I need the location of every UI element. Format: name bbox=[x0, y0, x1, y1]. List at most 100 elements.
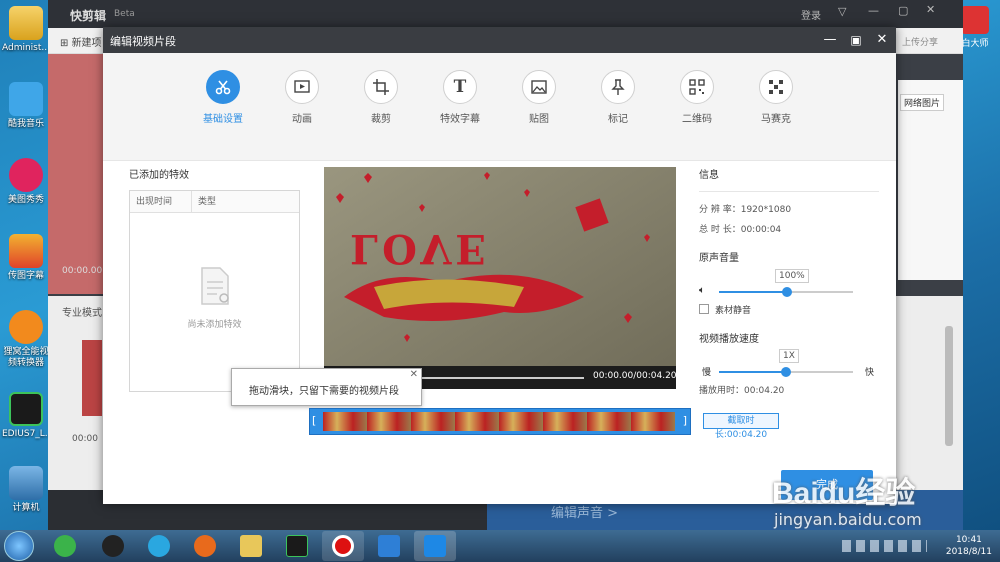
time-marker: 00:00 bbox=[72, 434, 98, 444]
tool-label: 动画 bbox=[292, 114, 312, 125]
close-icon[interactable]: ✕ bbox=[926, 3, 935, 16]
edit-clip-dialog: 编辑视频片段 — ▣ ✕ 基础设置 动画 裁剪 T 特效字幕 贴图 标记 二维码… bbox=[103, 27, 896, 504]
image-icon bbox=[522, 70, 556, 104]
desktop-icon-edius[interactable]: EDIUS7_L... bbox=[2, 392, 53, 440]
crop-icon bbox=[364, 70, 398, 104]
desktop-icon-meitu[interactable]: 美图秀秀 bbox=[2, 158, 50, 206]
tool-sticker[interactable]: 贴图 bbox=[504, 70, 574, 125]
mute-label: 素材静音 bbox=[715, 306, 752, 316]
desktop-icon-administrator[interactable]: Administ... bbox=[2, 6, 50, 54]
scissors-icon bbox=[206, 70, 240, 104]
folder-icon bbox=[9, 6, 43, 40]
resolution-value: 1920*1080 bbox=[740, 205, 792, 215]
desktop-icon-computer[interactable]: 计算机 bbox=[2, 466, 50, 514]
effect-toolbar: 基础设置 动画 裁剪 T 特效字幕 贴图 标记 二维码 马赛克 bbox=[103, 53, 896, 161]
tool-subtitle[interactable]: T 特效字幕 bbox=[425, 70, 495, 125]
tool-qrcode[interactable]: 二维码 bbox=[662, 70, 732, 125]
taskbar-refresh-icon[interactable] bbox=[368, 531, 410, 561]
edit-audio-button[interactable]: 编辑声音 > bbox=[551, 502, 618, 521]
tool-basic-settings[interactable]: 基础设置 bbox=[188, 70, 258, 125]
tooltip-close-icon[interactable]: ✕ bbox=[410, 369, 418, 380]
timeline-clip[interactable] bbox=[82, 340, 102, 416]
volume-knob[interactable] bbox=[782, 287, 792, 297]
duration-label: 总 时 长： bbox=[699, 225, 741, 235]
trim-left-handle[interactable]: [ bbox=[312, 414, 316, 427]
hint-text: 拖动滑块，只留下需要的视频片段 bbox=[249, 386, 399, 397]
desktop-icon-label: 计算机 bbox=[12, 503, 40, 513]
trim-right-handle[interactable]: ] bbox=[683, 414, 687, 427]
app-title: 快剪辑 bbox=[70, 9, 107, 23]
qrcode-icon bbox=[680, 70, 714, 104]
taskbar: 10:41 2018/8/11 bbox=[0, 530, 1000, 562]
minimize-icon[interactable]: — bbox=[821, 31, 839, 49]
tool-label: 标记 bbox=[608, 114, 628, 125]
minimize-icon[interactable]: — bbox=[868, 4, 879, 17]
close-icon[interactable]: ✕ bbox=[873, 31, 891, 49]
taskbar-explorer-icon[interactable] bbox=[230, 531, 272, 561]
taskbar-kuaijianji-icon[interactable] bbox=[414, 531, 456, 561]
progress-track[interactable] bbox=[414, 377, 584, 379]
tray-icons[interactable] bbox=[842, 540, 927, 552]
tool-animation[interactable]: 动画 bbox=[267, 70, 337, 125]
online-images-button[interactable]: 网络图片 bbox=[900, 94, 945, 111]
scrollbar[interactable] bbox=[945, 326, 953, 446]
share-button[interactable]: 上传分享 bbox=[902, 35, 938, 48]
mode-label[interactable]: 专业模式 bbox=[62, 304, 102, 319]
volume-title: 原声音量 bbox=[699, 253, 739, 264]
desktop-icon-label: 酷我音乐 bbox=[7, 119, 44, 129]
desktop-icon-label: Administ... bbox=[2, 43, 50, 53]
maximize-icon[interactable]: ▢ bbox=[898, 4, 908, 17]
taskbar-media-icon[interactable] bbox=[138, 531, 180, 561]
tool-marker[interactable]: 标记 bbox=[583, 70, 653, 125]
tool-label: 贴图 bbox=[529, 114, 549, 125]
info-title: 信息 bbox=[699, 170, 719, 181]
baidu-watermark: Baidu经验 jingyan.baidu.com bbox=[760, 460, 1000, 530]
playtime-row: 播放用时：00:04.20 bbox=[699, 383, 879, 396]
trim-strip[interactable]: [ ] bbox=[309, 408, 691, 435]
col-time: 出现时间 bbox=[130, 191, 192, 212]
clock-time: 10:41 bbox=[955, 535, 982, 545]
mute-checkbox[interactable] bbox=[699, 304, 709, 314]
mute-row[interactable]: 素材静音 bbox=[699, 303, 879, 316]
watermark-url: jingyan.baidu.com bbox=[774, 510, 922, 529]
right-pane: 网络图片 bbox=[898, 80, 963, 280]
taskbar-firefox-icon[interactable] bbox=[184, 531, 226, 561]
speaker-icon[interactable]: 🔈︎ bbox=[699, 285, 705, 296]
app-icon bbox=[961, 6, 989, 34]
login-link[interactable]: 登录 bbox=[801, 7, 821, 22]
speed-badge: 1X bbox=[779, 349, 799, 363]
tool-label: 马赛克 bbox=[761, 114, 791, 125]
filmstrip-frames bbox=[323, 412, 675, 431]
edius-icon bbox=[9, 392, 43, 426]
taskbar-record-icon[interactable] bbox=[322, 531, 364, 561]
resolution-label: 分 辨 率： bbox=[699, 205, 741, 215]
tool-crop[interactable]: 裁剪 bbox=[346, 70, 416, 125]
app-beta: Beta bbox=[114, 9, 135, 19]
desktop-icon-kuwo[interactable]: 酷我音乐 bbox=[2, 82, 50, 130]
empty-document-icon bbox=[200, 267, 229, 305]
resolution-row: 分 辨 率：1920*1080 bbox=[699, 202, 879, 215]
hint-tooltip: 拖动滑块，只留下需要的视频片段 ✕ bbox=[231, 368, 422, 406]
start-button[interactable] bbox=[4, 531, 34, 561]
kuwo-music-icon bbox=[9, 82, 43, 116]
fast-label: 快 bbox=[865, 368, 875, 378]
maximize-icon[interactable]: ▣ bbox=[847, 31, 865, 49]
duration-row: 总 时 长：00:00:04 bbox=[699, 222, 879, 235]
speed-slider[interactable] bbox=[719, 366, 853, 378]
taskbar-qq-icon[interactable] bbox=[92, 531, 134, 561]
desktop-icon-label: 美图秀秀 bbox=[7, 195, 44, 205]
tool-mosaic[interactable]: 马赛克 bbox=[741, 70, 811, 125]
clock[interactable]: 10:41 2018/8/11 bbox=[946, 534, 992, 558]
new-project-button[interactable]: ⊞ 新建项 bbox=[60, 34, 102, 49]
table-header: 出现时间 类型 bbox=[130, 191, 299, 213]
empty-text: 尚未添加特效 bbox=[187, 320, 242, 330]
menu-icon[interactable]: ▽ bbox=[838, 5, 846, 18]
taskbar-360-icon[interactable] bbox=[44, 531, 86, 561]
desktop-icon-chuantu[interactable]: 传图字幕 bbox=[2, 234, 50, 282]
volume-slider[interactable] bbox=[719, 286, 853, 298]
video-preview[interactable]: LOVE bbox=[324, 167, 676, 389]
desktop-icon-liwo[interactable]: 狸窝全能视频转换器 bbox=[2, 310, 50, 369]
speed-knob[interactable] bbox=[781, 367, 791, 377]
info-panel: 信息 分 辨 率：1920*1080 总 时 长：00:00:04 原声音量 1… bbox=[699, 166, 879, 396]
taskbar-edius-icon[interactable] bbox=[276, 531, 318, 561]
